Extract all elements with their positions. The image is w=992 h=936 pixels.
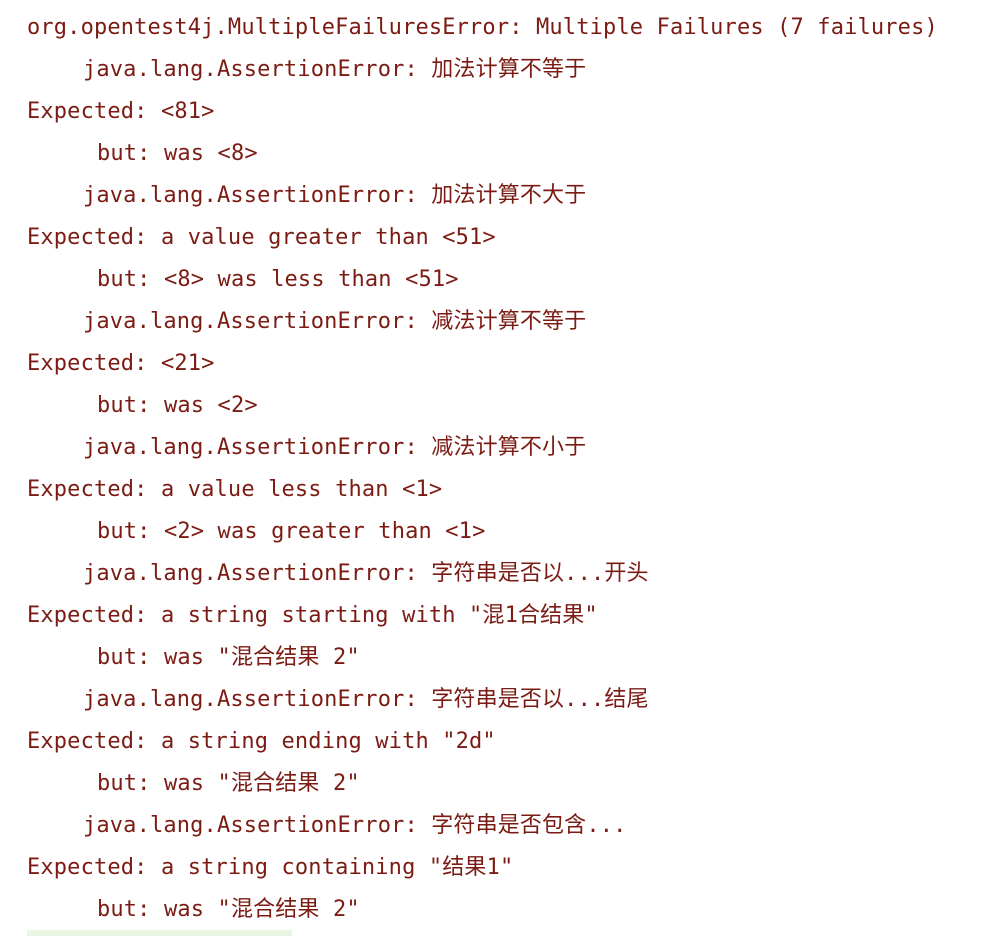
expected-line: Expected: a value less than <1> [27,477,443,502]
actual-line: but: was <2> [97,393,258,418]
actual-line: but: was "混合结果 2" [97,897,360,922]
actual-line: but: was "混合结果 2" [97,771,360,796]
expected-line: Expected: a string starting with "混1合结果" [27,603,598,628]
bottom-highlight-strip [27,930,292,936]
failures-header: org.opentest4j.MultipleFailuresError: Mu… [27,15,938,40]
assertion-error-line: java.lang.AssertionError: 字符串是否包含... [83,813,627,838]
actual-line: but: was <8> [97,141,258,166]
expected-line: Expected: a value greater than <51> [27,225,496,250]
assertion-error-line: java.lang.AssertionError: 字符串是否以...结尾 [83,687,649,712]
actual-line: but: was "混合结果 2" [97,645,360,670]
expected-line: Expected: a string ending with "2d" [27,729,496,754]
expected-line: Expected: <81> [27,99,215,124]
console-output: org.opentest4j.MultipleFailuresError: Mu… [0,0,992,936]
assertion-error-line: java.lang.AssertionError: 减法计算不小于 [83,435,587,460]
expected-line: Expected: <21> [27,351,215,376]
assertion-error-line: java.lang.AssertionError: 加法计算不等于 [83,57,587,82]
assertion-error-line: java.lang.AssertionError: 字符串是否以...开头 [83,561,649,586]
expected-line: Expected: a string containing "结果1" [27,855,514,880]
assertion-error-line: java.lang.AssertionError: 减法计算不等于 [83,309,587,334]
assertion-error-line: java.lang.AssertionError: 加法计算不大于 [83,183,587,208]
actual-line: but: <8> was less than <51> [97,267,459,292]
actual-line: but: <2> was greater than <1> [97,519,486,544]
